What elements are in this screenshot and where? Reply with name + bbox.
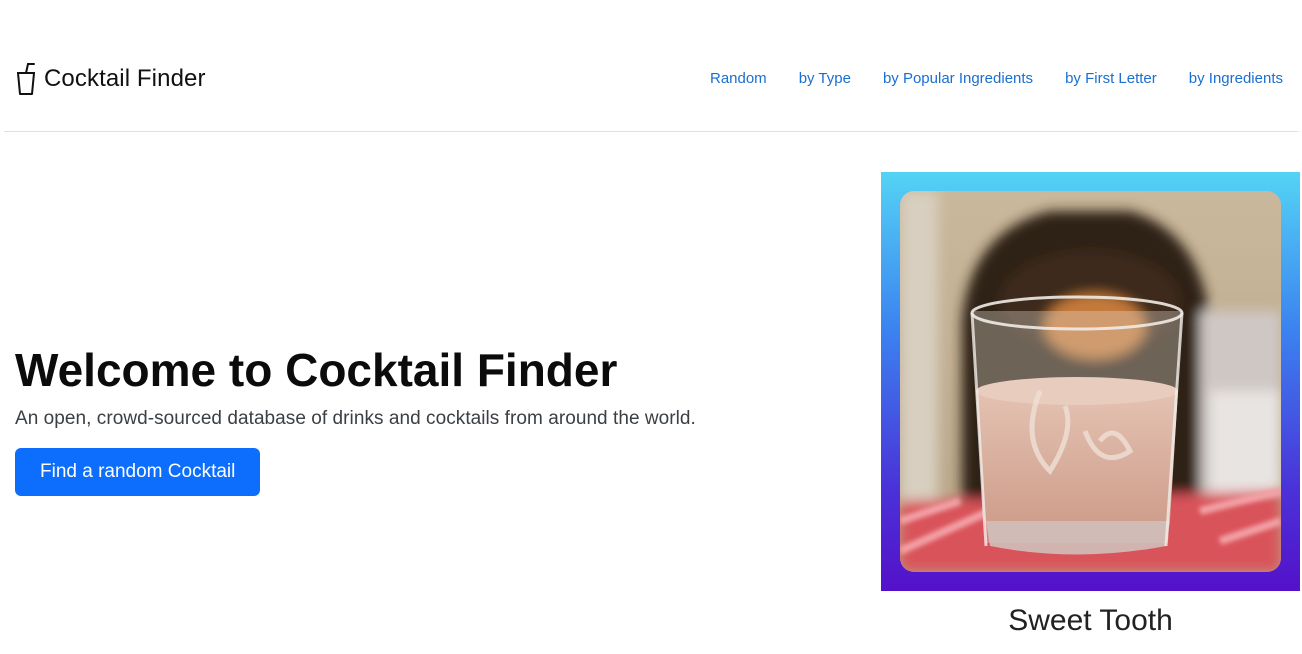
featured-cocktail-card[interactable] [881,172,1300,591]
hero-subtitle: An open, crowd-sourced database of drink… [15,408,696,429]
cup-straw-icon [15,62,37,96]
random-cocktail-button[interactable]: Find a random Cocktail [15,448,261,496]
nav-link-random[interactable]: Random [710,70,767,87]
hero-title: Welcome to Cocktail Finder [15,344,618,396]
brand-name: Cocktail Finder [44,65,206,92]
featured-cocktail-name[interactable]: Sweet Tooth [881,604,1300,638]
cocktail-photo[interactable] [900,191,1281,572]
hero-section: Welcome to Cocktail Finder An open, crow… [15,343,835,496]
nav-link-by-popular-ingredients[interactable]: by Popular Ingredients [883,70,1033,87]
navbar: Cocktail Finder Random by Type by Popula… [4,0,1299,132]
nav-link-by-type[interactable]: by Type [799,70,851,87]
nav-link-by-first-letter[interactable]: by First Letter [1065,70,1157,87]
brand-link[interactable]: Cocktail Finder [15,62,206,96]
nav-links: Random by Type by Popular Ingredients by… [678,70,1283,87]
nav-link-by-ingredients[interactable]: by Ingredients [1189,70,1283,87]
